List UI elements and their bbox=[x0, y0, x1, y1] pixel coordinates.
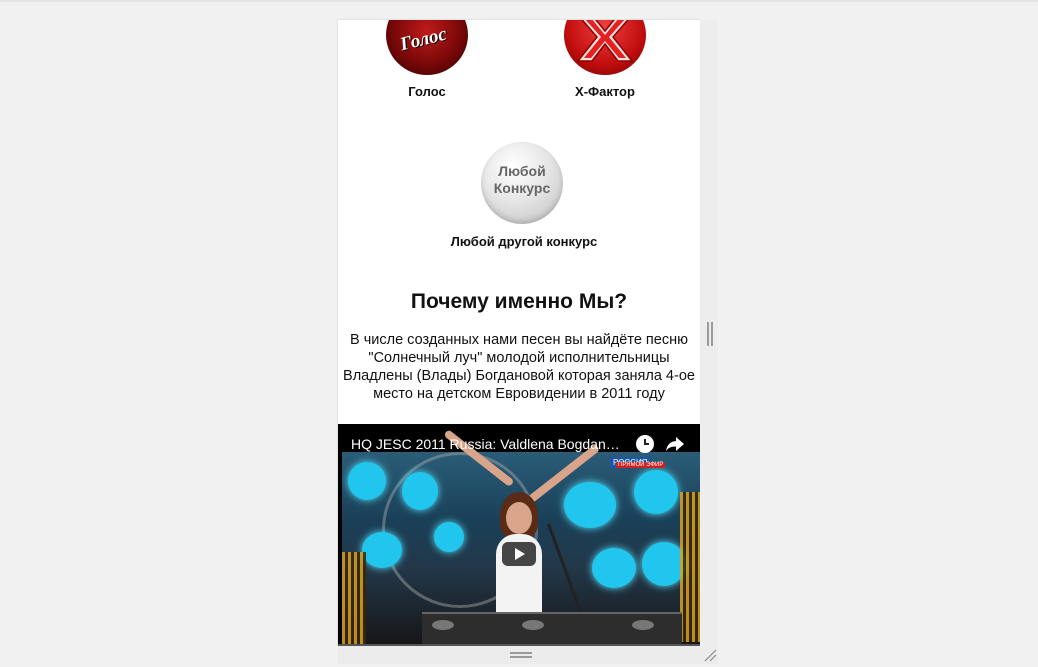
youtube-video-player[interactable]: РОССИЯ ПРЯМОЙ ЭФИР HQ JESC 2011 Russia: … bbox=[338, 424, 700, 646]
horizontal-resize-handle[interactable] bbox=[510, 652, 532, 658]
console-knob bbox=[632, 620, 654, 630]
contest-caption-any: Любой другой конкурс bbox=[450, 234, 598, 249]
stage-light bbox=[564, 482, 616, 528]
section-description: В числе созданных нами песен вы найдёте … bbox=[343, 332, 695, 402]
play-icon bbox=[515, 548, 525, 560]
contest-caption-golos: Голос bbox=[408, 84, 446, 99]
x-factor-logo[interactable] bbox=[564, 20, 646, 75]
stage-light bbox=[592, 548, 636, 588]
mobile-preview-frame[interactable]: Голос Голос Х-Фактор Любой Конкурс Любой… bbox=[338, 20, 700, 646]
x-factor-x-icon bbox=[576, 20, 634, 62]
stage-light bbox=[434, 522, 464, 552]
clock-icon[interactable] bbox=[636, 435, 654, 453]
contest-caption-xfactor: Х-Фактор bbox=[575, 84, 635, 99]
video-title[interactable]: HQ JESC 2011 Russia: Valdlena Bogdanova … bbox=[351, 436, 627, 452]
vertical-resize-handle[interactable] bbox=[707, 322, 713, 346]
grip-line bbox=[707, 322, 709, 346]
dj-console bbox=[422, 612, 682, 646]
share-arrow bbox=[666, 437, 684, 451]
live-label: ПРЯМОЙ ЭФИР bbox=[616, 462, 666, 468]
console-knob bbox=[522, 620, 544, 630]
any-contest-logo-text: Любой Конкурс bbox=[493, 163, 551, 196]
resize-grip-lines bbox=[704, 649, 717, 662]
channel-watermark: РОССИЯ ПРЯМОЙ ЭФИР bbox=[610, 452, 666, 468]
grip-line bbox=[510, 656, 532, 658]
resize-grip-icon[interactable] bbox=[703, 648, 717, 662]
led-panel bbox=[680, 492, 700, 642]
clock-hand bbox=[644, 443, 649, 445]
golos-logo-text: Голос bbox=[398, 23, 449, 56]
any-contest-logo[interactable]: Любой Конкурс bbox=[481, 142, 563, 224]
grip-line bbox=[510, 652, 532, 654]
golos-logo[interactable]: Голос bbox=[386, 20, 468, 75]
stage-light bbox=[402, 472, 438, 510]
console-knob bbox=[432, 620, 454, 630]
stage-light bbox=[362, 532, 402, 568]
section-heading: Почему именно Мы? bbox=[410, 290, 628, 313]
stage-light bbox=[348, 462, 386, 500]
singer-head bbox=[506, 502, 532, 534]
play-button[interactable] bbox=[502, 542, 536, 566]
grip-line bbox=[711, 322, 713, 346]
led-panel bbox=[342, 552, 366, 646]
top-border bbox=[0, 0, 1038, 2]
share-icon[interactable] bbox=[665, 435, 685, 453]
stage-light bbox=[634, 470, 678, 514]
